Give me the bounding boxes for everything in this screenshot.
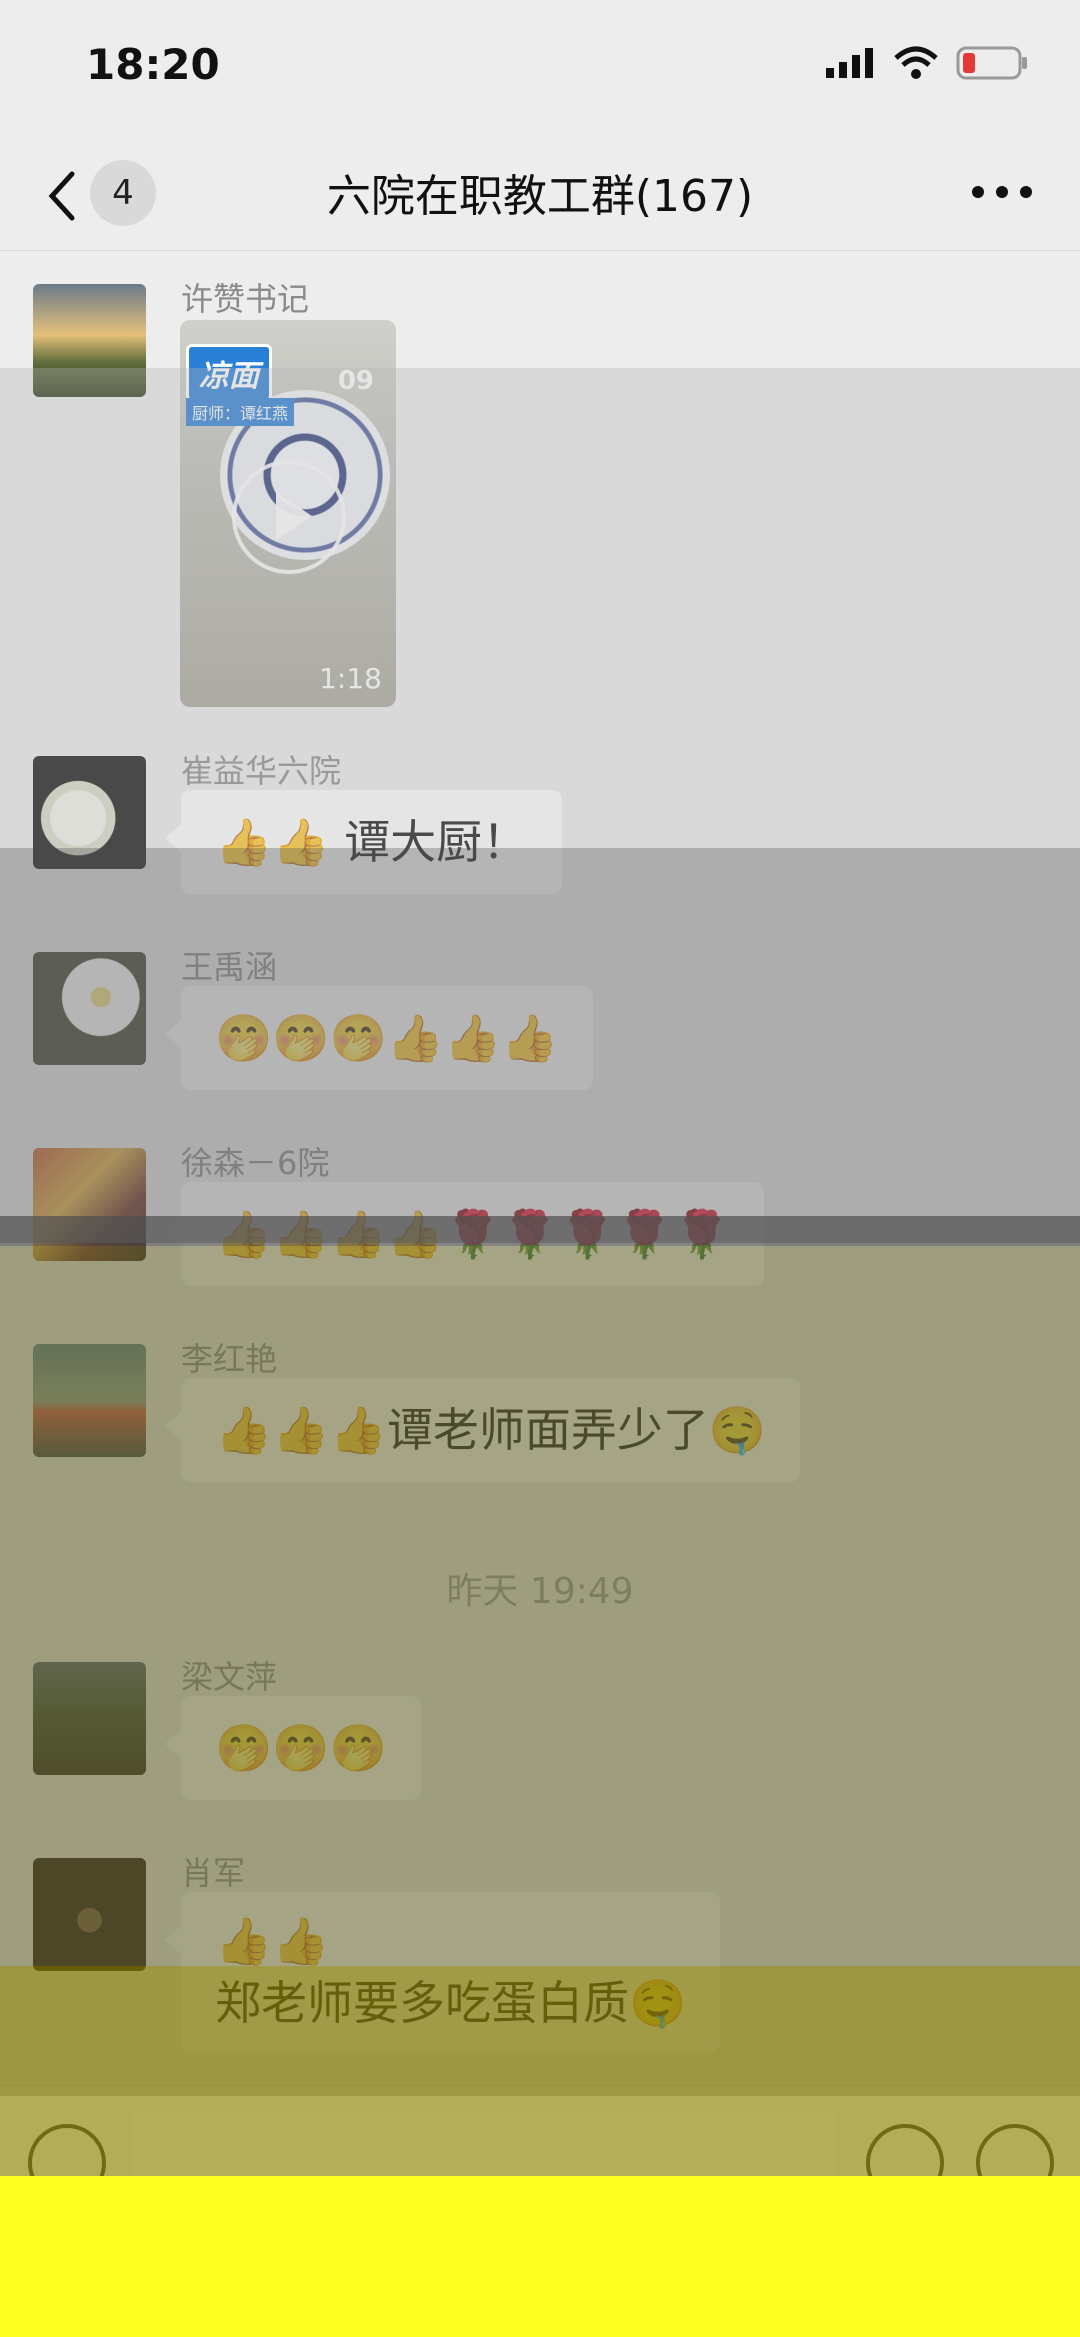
emoji-icon[interactable] [866, 2124, 944, 2202]
status-time: 18:20 [86, 40, 220, 89]
add-icon[interactable] [976, 2124, 1054, 2202]
avatar[interactable] [33, 284, 146, 397]
sender-name: 李红艳 [181, 1340, 278, 1378]
video-tag: 凉面 [186, 344, 272, 402]
voice-icon[interactable] [28, 2124, 106, 2202]
sender-name: 肖军 [181, 1854, 246, 1892]
time-divider: 昨天 19:49 [446, 1571, 634, 1612]
message-bubble[interactable]: 🤭🤭🤭👍👍👍 [165, 986, 593, 1090]
sender-name: 梁文萍 [181, 1658, 278, 1696]
play-icon[interactable] [232, 460, 346, 574]
message-line-1: 👍👍 [215, 1914, 330, 1968]
message-bubble[interactable]: 👍👍👍👍🌹🌹🌹🌹🌹 [164, 1182, 765, 1286]
wifi-icon [894, 46, 938, 79]
status-icons [826, 46, 1028, 80]
status-bar: 18:20 [0, 0, 1080, 140]
avatar[interactable] [33, 1858, 146, 1971]
page-title: 六院在职教工群(167) [326, 171, 754, 222]
message-bubble[interactable]: 🤭🤭🤭 [165, 1696, 421, 1800]
sender-name: 王禹涵 [181, 948, 278, 986]
video-message[interactable]: 凉面 厨师：谭红燕 09 1:18 [180, 320, 396, 707]
message-bubble[interactable]: 👍👍 郑老师要多吃蛋白质🤤 [164, 1892, 721, 2052]
more-dots-icon[interactable] [972, 186, 1032, 200]
video-date: 09 [337, 366, 374, 396]
avatar[interactable] [33, 952, 146, 1065]
avatar[interactable] [33, 1662, 146, 1775]
video-duration: 1:18 [319, 662, 382, 695]
message-input[interactable] [132, 2112, 836, 2208]
message-bubble[interactable]: 👍👍👍谭老师面弄少了🤤 [164, 1378, 801, 1482]
sender-name: 徐森－6院 [181, 1144, 330, 1182]
sender-name: 崔益华六院 [181, 752, 342, 790]
chat-screen: 18:20 4 六院在职教工群(167) 许赞书记 凉面 厨师：谭红燕 09 1… [0, 0, 1080, 2337]
tint-overlay-light [0, 368, 1080, 848]
sender-name: 许赞书记 [181, 280, 310, 318]
video-subtag: 厨师：谭红燕 [186, 398, 295, 426]
input-bar [0, 2085, 1080, 2337]
message-line-2: 郑老师要多吃蛋白质🤤 [215, 1976, 687, 2030]
avatar[interactable] [33, 1148, 146, 1261]
avatar[interactable] [33, 1344, 146, 1457]
message-bubble[interactable]: 👍👍 谭大厨！ [164, 790, 563, 894]
signal-icon [826, 48, 873, 78]
battery-icon [956, 46, 1027, 80]
avatar[interactable] [33, 756, 146, 869]
